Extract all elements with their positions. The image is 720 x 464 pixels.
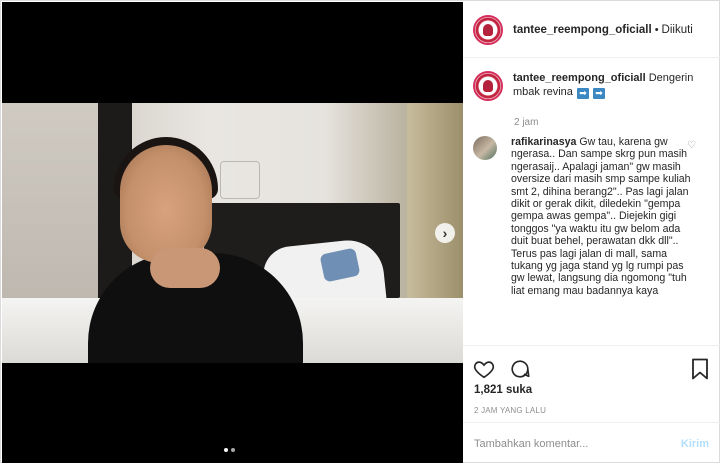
heart-icon[interactable] — [473, 358, 495, 380]
caption-timestamp: 2 jam — [514, 117, 539, 128]
comment-composer: Kirim — [463, 422, 720, 464]
action-icons — [473, 358, 531, 380]
next-slide-button[interactable]: › — [435, 223, 455, 243]
carousel-dot-active — [224, 448, 228, 452]
post-caption: tantee_reempong_oficiall Dengerin mbak r… — [473, 71, 701, 101]
scene-wall-art — [220, 161, 260, 199]
carousel-indicator — [224, 448, 235, 452]
comment-icon[interactable] — [509, 358, 531, 380]
comment-body: Gw tau, karena gw ngerasa.. Dan sampe sk… — [511, 136, 691, 297]
chevron-right-icon: › — [442, 225, 448, 241]
post-comment-button[interactable]: Kirim — [681, 438, 709, 450]
carousel-dot — [231, 448, 235, 452]
post-sidebar: tantee_reempong_oficiall • Diikuti tante… — [463, 2, 720, 463]
post-actions: 1,821 suka 2 JAM YANG LALU Kirim — [463, 345, 720, 463]
header-separator: • — [654, 23, 659, 36]
commenter-avatar[interactable] — [473, 136, 497, 160]
arrow-right-emoji-icon: ➡ — [576, 88, 589, 99]
scene-person-hands — [150, 248, 220, 288]
video-frame[interactable] — [2, 103, 463, 363]
post-dialog: › tantee_reempong_oficiall • Diikuti tan… — [0, 0, 720, 463]
caption-username[interactable]: tantee_reempong_oficiall — [513, 72, 646, 84]
comment-item: rafikarinasya Gw tau, karena gw ngerasa.… — [473, 136, 691, 297]
post-media[interactable]: › — [2, 2, 463, 463]
commenter-username[interactable]: rafikarinasya — [511, 136, 576, 148]
author-username[interactable]: tantee_reempong_oficiall — [513, 24, 652, 36]
post-header: tantee_reempong_oficiall • Diikuti — [463, 2, 720, 58]
post-timestamp[interactable]: 2 JAM YANG LALU — [474, 406, 546, 415]
comment-input[interactable] — [474, 437, 681, 450]
likes-count[interactable]: 1,821 suka — [474, 384, 532, 396]
comment-text: rafikarinasya Gw tau, karena gw ngerasa.… — [511, 136, 691, 297]
comment-like-heart-icon[interactable]: ♡ — [687, 141, 697, 151]
caption-text: tantee_reempong_oficiall Dengerin mbak r… — [513, 71, 701, 101]
author-avatar[interactable] — [473, 14, 503, 45]
bookmark-icon[interactable] — [691, 358, 709, 380]
arrow-right-emoji-icon: ➡ — [593, 88, 606, 99]
follow-status-button[interactable]: Diikuti — [662, 24, 693, 36]
caption-avatar[interactable] — [473, 71, 503, 101]
comments-section[interactable]: tantee_reempong_oficiall Dengerin mbak r… — [463, 59, 720, 345]
scene-person-face — [120, 145, 212, 263]
